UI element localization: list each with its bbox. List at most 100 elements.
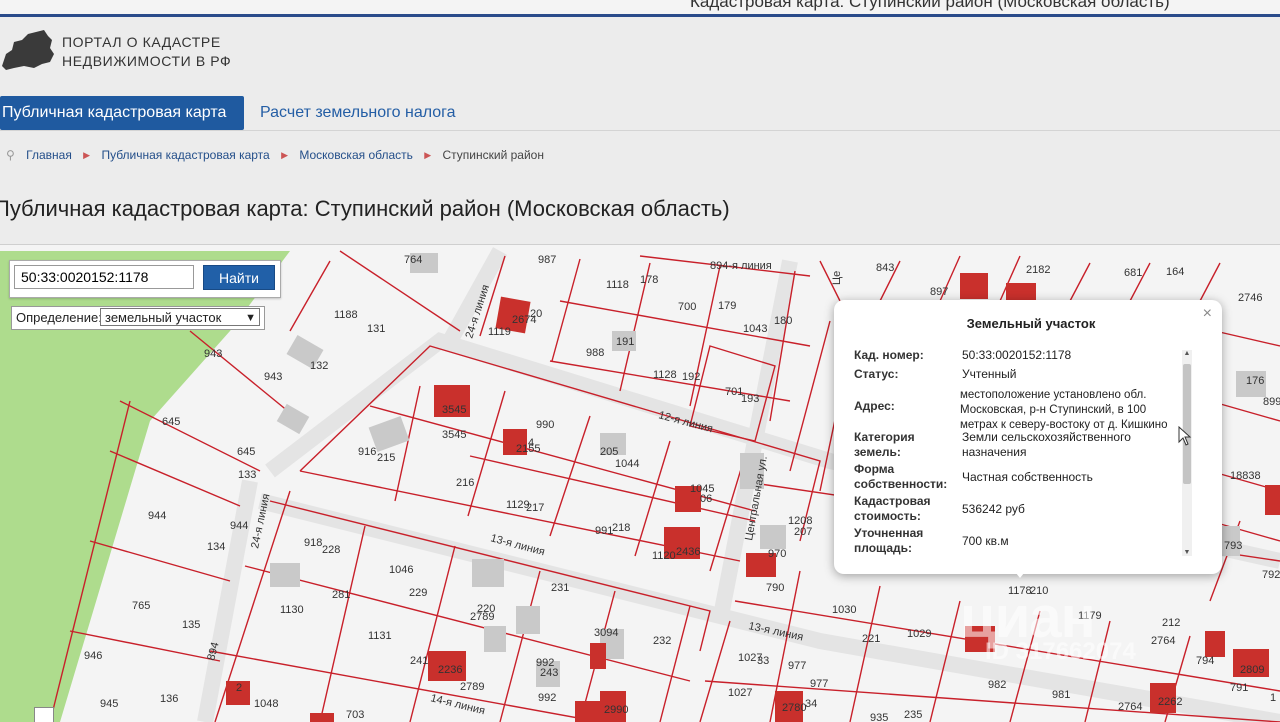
info-key: Кадастровая стоимость: xyxy=(854,494,931,523)
find-button[interactable]: Найти xyxy=(203,265,275,290)
tab-public-cadastral-map[interactable]: Публичная кадастровая карта xyxy=(0,96,244,130)
location-pin-icon: ⚲ xyxy=(6,148,15,162)
street-label: Це xyxy=(831,271,843,285)
russia-map-logo-icon[interactable] xyxy=(0,28,60,72)
map-label: 2764 xyxy=(1151,635,1175,647)
map-zoom-control[interactable] xyxy=(34,707,54,722)
map-label: 2262 xyxy=(1158,696,1182,708)
map-label: 135 xyxy=(182,619,200,631)
breadcrumb-cadastral-map[interactable]: Публичная кадастровая карта xyxy=(101,148,269,162)
map-label: 943 xyxy=(204,348,222,360)
map-label: 229 xyxy=(409,587,427,599)
map-label: 1044 xyxy=(615,458,639,470)
info-key: Категория земель: xyxy=(854,430,915,459)
map-label: 281 xyxy=(332,589,350,601)
definition-label: Определение: xyxy=(16,310,102,325)
map-label: 18838 xyxy=(1230,470,1261,482)
map-label: 205 xyxy=(600,446,618,458)
map-label: 193 xyxy=(741,393,759,405)
info-value: Земли сельскохозяйственного назначения xyxy=(962,430,1131,459)
map-label: 681 xyxy=(1124,267,1142,279)
breadcrumb-separator-icon: ▶ xyxy=(424,150,432,160)
breadcrumb-home[interactable]: Главная xyxy=(26,148,72,162)
map-label: 945 xyxy=(100,698,118,710)
map-label: 2780 xyxy=(782,702,806,714)
map-label: 897 xyxy=(930,286,948,298)
map-label: 916 xyxy=(358,446,376,458)
map-label: 134 xyxy=(207,541,225,553)
map-label: 987 xyxy=(538,254,556,266)
map-label: 990 xyxy=(536,419,554,431)
scroll-up-icon[interactable]: ▲ xyxy=(1182,350,1192,357)
map-label: 132 xyxy=(310,360,328,372)
map-label: 943 xyxy=(264,371,282,383)
map-label: 235 xyxy=(904,709,922,721)
map-label: 1120 xyxy=(652,550,676,562)
map-label: 970 xyxy=(768,548,786,560)
info-value: 50:33:0020152:1178 xyxy=(962,348,1072,362)
map-label: 1027 xyxy=(728,687,752,699)
map-label: 1 xyxy=(1270,692,1276,704)
map-label: 1188 xyxy=(334,309,358,321)
map-label: 232 xyxy=(653,635,671,647)
scroll-down-icon[interactable]: ▼ xyxy=(1182,549,1192,556)
map-label: 894-я линия xyxy=(710,260,772,272)
map-label: 982 xyxy=(988,679,1006,691)
map-label: 2236 xyxy=(438,664,462,676)
popup-scrollbar[interactable]: ▲ ▼ xyxy=(1182,350,1192,556)
definition-panel: Определение: земельный участок ▼ xyxy=(11,306,265,330)
map-label: 645 xyxy=(162,416,180,428)
map-label: 178 xyxy=(640,274,658,286)
map-label: 1048 xyxy=(254,698,278,710)
map-label: 1131 xyxy=(368,630,392,642)
map-label: 2809 xyxy=(1240,664,1264,676)
map-label: 792 xyxy=(1262,569,1280,581)
map-label: 1130 xyxy=(280,604,304,616)
map-label: 228 xyxy=(322,544,340,556)
breadcrumb-moscow-region[interactable]: Московская область xyxy=(299,148,413,162)
map-label: 899 xyxy=(1263,396,1280,408)
tab-land-tax-calculation[interactable]: Расчет земельного налога xyxy=(260,96,456,130)
map-label: 764 xyxy=(404,254,422,266)
map-label: 946 xyxy=(84,650,102,662)
map-label: 179 xyxy=(718,300,736,312)
map-label: 192 xyxy=(682,371,700,383)
map-label: 944 xyxy=(230,520,248,532)
map-label: 791 xyxy=(1230,682,1248,694)
map-label: 133 xyxy=(238,469,256,481)
map-label: 981 xyxy=(1052,689,1070,701)
breadcrumb-stupino-district: Ступинский район xyxy=(442,148,544,162)
map-label: 06 xyxy=(700,493,712,505)
map-label: 1128 xyxy=(653,369,677,381)
map-label: 3545 xyxy=(442,429,466,441)
definition-select[interactable]: земельный участок ▼ xyxy=(100,308,260,326)
top-header-bar: Кадастровая карта: Ступинский район (Мос… xyxy=(0,0,1280,17)
map-label: 207 xyxy=(794,526,812,538)
map-label: 33 xyxy=(757,655,769,667)
map-label: 1030 xyxy=(832,604,856,616)
info-key: Форма собственности: xyxy=(854,462,948,491)
scrollbar-thumb[interactable] xyxy=(1183,364,1191,484)
map-label: 3094 xyxy=(594,627,618,639)
portal-logo-text[interactable]: ПОРТАЛ О КАДАСТРЕ НЕДВИЖИМОСТИ В РФ xyxy=(62,33,231,71)
cadastral-number-input[interactable] xyxy=(14,265,194,289)
map-label: 794 xyxy=(1196,655,1214,667)
map-label: 191 xyxy=(616,336,634,348)
info-key: Кад. номер: xyxy=(854,348,924,362)
map-label: 1043 xyxy=(743,323,767,335)
breadcrumb-separator-icon: ▶ xyxy=(281,150,288,160)
map-label: 700 xyxy=(678,301,696,313)
map-label: 241 xyxy=(410,655,428,667)
map-label: 988 xyxy=(586,347,604,359)
cadastral-search-panel: Найти xyxy=(9,260,281,298)
map-label: 793 xyxy=(1224,540,1242,552)
breadcrumb: ⚲ Главная ▶ Публичная кадастровая карта … xyxy=(6,148,544,162)
info-value: 700 кв.м xyxy=(962,534,1009,548)
info-key: Уточненная площадь: xyxy=(854,526,924,555)
map-label: 218 xyxy=(612,522,630,534)
info-key: Статус: xyxy=(854,367,899,381)
info-value: 536242 руб xyxy=(962,502,1025,516)
map-label: 2789 xyxy=(460,681,484,693)
map-label: 977 xyxy=(810,678,828,690)
page-title: Публичная кадастровая карта: Ступинский … xyxy=(0,196,730,221)
